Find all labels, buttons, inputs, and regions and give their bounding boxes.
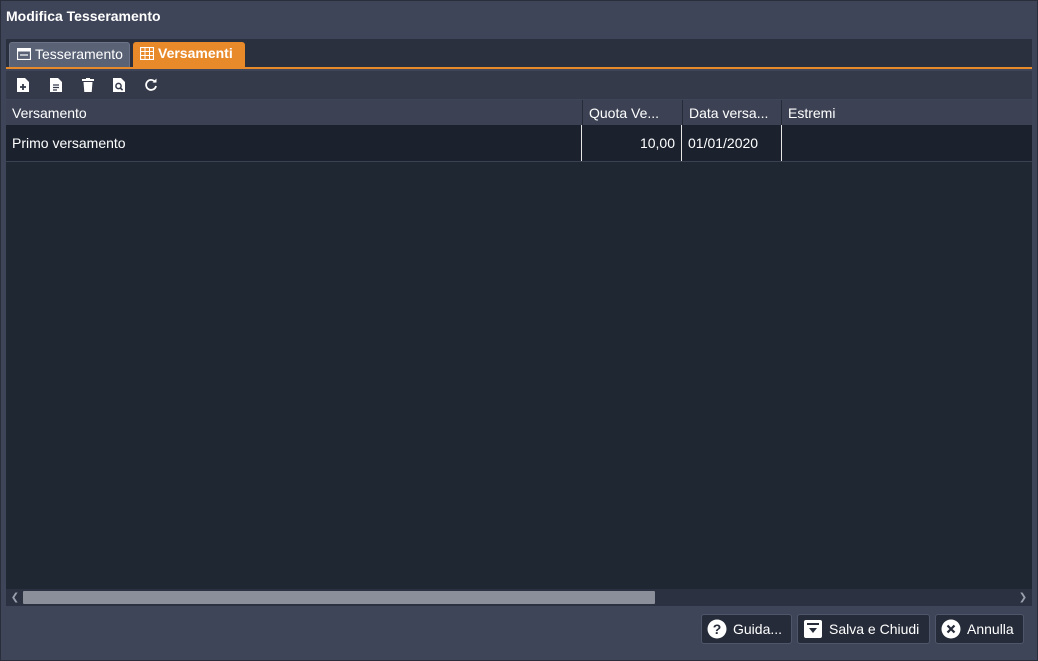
tab-label: Versamenti: [158, 45, 233, 61]
scroll-right-icon[interactable]: ❯: [1016, 591, 1030, 605]
edit-record-button[interactable]: [47, 76, 65, 94]
window-title: Modifica Tesseramento: [6, 8, 161, 24]
grid-toolbar: [6, 71, 1032, 99]
column-header-versamento[interactable]: Versamento: [6, 100, 583, 125]
form-icon: [17, 48, 31, 60]
save-close-button[interactable]: Salva e Chiudi: [797, 614, 930, 644]
delete-record-button[interactable]: [79, 76, 97, 94]
scrollbar-thumb[interactable]: [23, 591, 655, 604]
refresh-icon: [145, 78, 157, 91]
help-button-label: Guida...: [733, 621, 783, 637]
table-row[interactable]: Primo versamento 10,00 01/01/2020: [6, 125, 1032, 162]
view-record-button[interactable]: [110, 76, 128, 94]
file-search-icon: [113, 78, 125, 92]
tab-tesseramento[interactable]: Tesseramento: [9, 42, 130, 67]
save-close-button-label: Salva e Chiudi: [829, 621, 920, 637]
close-circle-icon: [941, 619, 961, 639]
grid-header: Versamento Quota Ve... Data versa... Est…: [6, 100, 1032, 125]
column-header-quota[interactable]: Quota Ve...: [583, 100, 683, 125]
tab-label: Tesseramento: [35, 46, 123, 62]
tab-versamenti[interactable]: Versamenti: [133, 42, 245, 67]
cell-data: 01/01/2020: [682, 125, 782, 161]
refresh-button[interactable]: [142, 76, 160, 94]
help-icon: ?: [707, 619, 727, 639]
trash-icon: [82, 78, 94, 92]
scroll-left-icon[interactable]: ❮: [8, 591, 22, 605]
file-plus-icon: [17, 78, 29, 92]
cell-versamento: Primo versamento: [6, 125, 582, 161]
svg-text:?: ?: [713, 621, 722, 637]
column-header-estremi[interactable]: Estremi: [782, 100, 1032, 125]
versamenti-grid: Versamento Quota Ve... Data versa... Est…: [6, 100, 1032, 606]
table-icon: [140, 47, 154, 60]
help-button[interactable]: ? Guida...: [701, 614, 792, 644]
column-header-data[interactable]: Data versa...: [683, 100, 782, 125]
horizontal-scrollbar[interactable]: ❮ ❯: [6, 589, 1032, 606]
file-text-icon: [50, 78, 62, 92]
tab-strip: Tesseramento Versamenti: [6, 39, 1032, 69]
cell-estremi: [782, 125, 1032, 161]
new-record-button[interactable]: [14, 76, 32, 94]
dialog-window: Modifica Tesseramento Tesseramento Versa…: [0, 0, 1038, 661]
save-down-icon: [804, 620, 822, 638]
cell-quota: 10,00: [582, 125, 682, 161]
cancel-button-label: Annulla: [967, 621, 1014, 637]
cancel-button[interactable]: Annulla: [935, 614, 1024, 644]
